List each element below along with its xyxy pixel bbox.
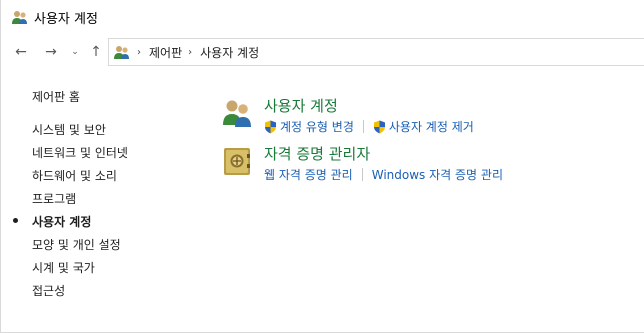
control-panel-window: 사용자 계정 ← → ⌄ ↑ › 제어판 › 사용자 계정 제어판 홈 시스템 … bbox=[0, 0, 644, 333]
sidebar-item-appearance[interactable]: 모양 및 개인 설정 bbox=[32, 236, 121, 253]
sidebar-item-clock-region[interactable]: 시계 및 국가 bbox=[32, 259, 95, 276]
change-account-type-link[interactable]: 계정 유형 변경 bbox=[264, 118, 354, 135]
users-icon[interactable] bbox=[221, 97, 253, 129]
manage-web-credentials-link[interactable]: 웹 자격 증명 관리 bbox=[264, 166, 353, 183]
manage-windows-credentials-link[interactable]: Windows 자격 증명 관리 bbox=[372, 166, 503, 183]
sidebar-item-accessibility[interactable]: 접근성 bbox=[32, 282, 65, 299]
breadcrumb-control-panel[interactable]: 제어판 bbox=[149, 44, 182, 61]
breadcrumb-user-accounts[interactable]: 사용자 계정 bbox=[200, 44, 259, 61]
back-button[interactable]: ← bbox=[11, 42, 31, 62]
users-app-icon bbox=[12, 11, 27, 24]
sidebar-item-system-security[interactable]: 시스템 및 보안 bbox=[32, 121, 106, 138]
category-title-user-accounts[interactable]: 사용자 계정 bbox=[264, 95, 338, 116]
category-links: 계정 유형 변경 사용자 계정 제거 bbox=[264, 118, 474, 135]
active-bullet bbox=[13, 218, 18, 223]
uac-shield-icon bbox=[265, 120, 276, 133]
window-title: 사용자 계정 bbox=[34, 12, 98, 27]
sidebar-item-hardware-sound[interactable]: 하드웨어 및 소리 bbox=[32, 167, 117, 184]
link-divider bbox=[362, 120, 364, 133]
forward-button[interactable]: → bbox=[41, 42, 61, 62]
sidebar-item-network-internet[interactable]: 네트워크 및 인터넷 bbox=[32, 144, 128, 161]
navigation-bar: ← → ⌄ ↑ › 제어판 › 사용자 계정 bbox=[1, 34, 644, 70]
up-button[interactable]: ↑ bbox=[87, 42, 105, 62]
sidebar-item-user-accounts[interactable]: 사용자 계정 bbox=[32, 213, 91, 230]
link-divider bbox=[361, 168, 363, 181]
breadcrumb-separator[interactable]: › bbox=[137, 47, 141, 58]
users-icon bbox=[114, 46, 129, 59]
credential-vault-icon[interactable] bbox=[221, 145, 253, 177]
remove-user-accounts-link[interactable]: 사용자 계정 제거 bbox=[373, 118, 474, 135]
address-bar[interactable]: › 제어판 › 사용자 계정 bbox=[108, 38, 644, 66]
category-links: 웹 자격 증명 관리 Windows 자격 증명 관리 bbox=[264, 166, 503, 183]
breadcrumb-separator[interactable]: › bbox=[188, 47, 192, 58]
sidebar-item-control-panel-home[interactable]: 제어판 홈 bbox=[32, 88, 80, 105]
sidebar-item-programs[interactable]: 프로그램 bbox=[32, 190, 76, 207]
category-title-credential-manager[interactable]: 자격 증명 관리자 bbox=[264, 143, 370, 164]
title-bar[interactable]: 사용자 계정 bbox=[1, 0, 644, 34]
uac-shield-icon bbox=[373, 120, 385, 133]
change-account-type-label[interactable]: 계정 유형 변경 bbox=[280, 118, 354, 135]
remove-user-accounts-label[interactable]: 사용자 계정 제거 bbox=[389, 118, 474, 135]
recent-locations-button[interactable]: ⌄ bbox=[69, 42, 81, 62]
